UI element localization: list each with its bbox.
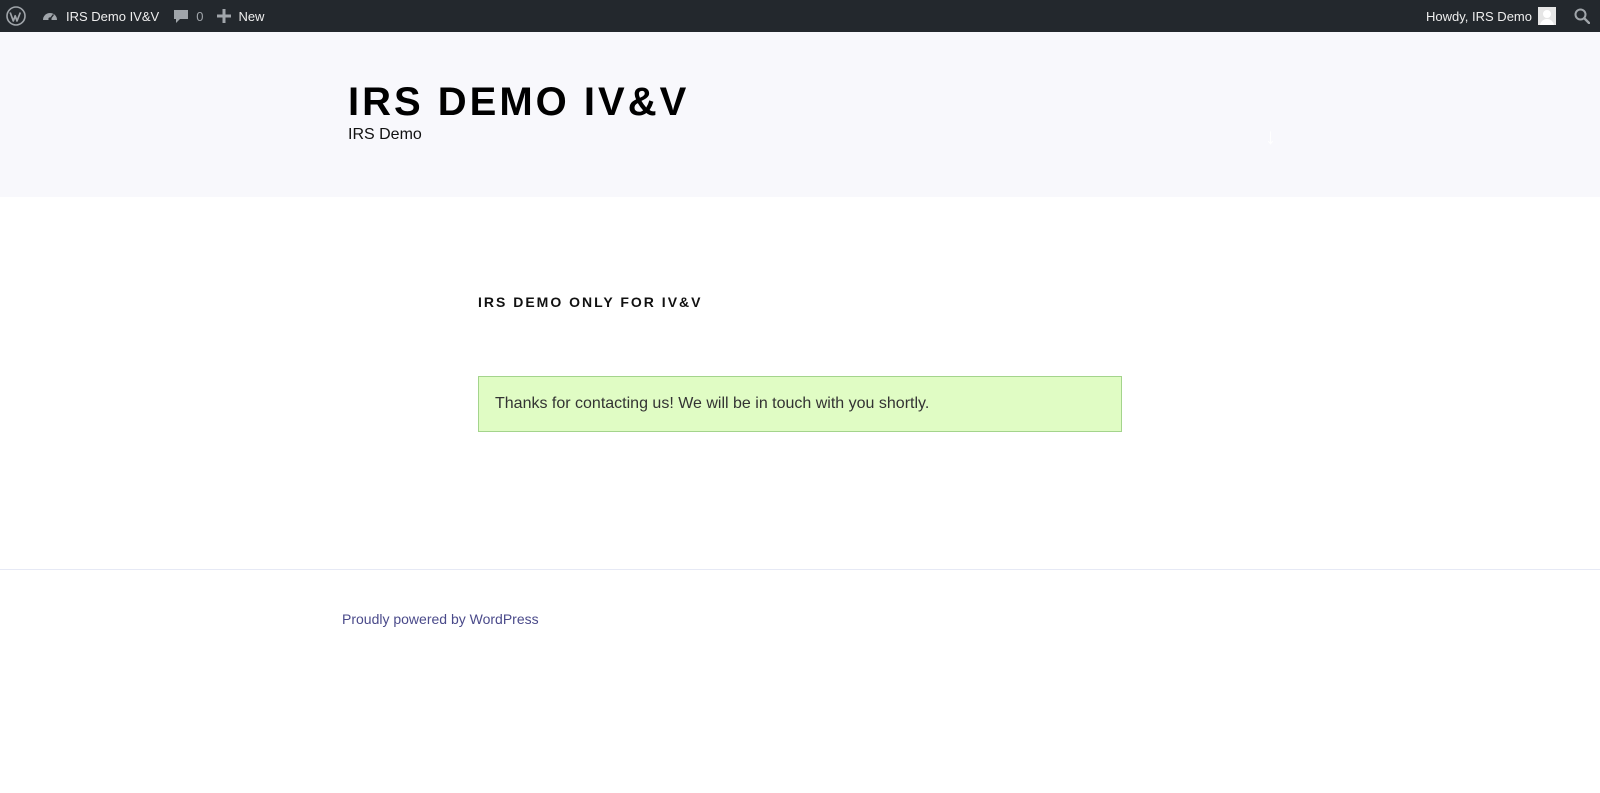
scroll-down-arrow-icon[interactable]: ↓: [1265, 126, 1276, 148]
powered-by-link[interactable]: Proudly powered by WordPress: [342, 611, 539, 627]
search-icon: [1574, 8, 1590, 24]
plus-icon: [217, 9, 238, 23]
new-label: New: [238, 8, 265, 24]
dashboard-icon: [41, 7, 66, 25]
avatar: [1538, 7, 1556, 25]
comments-menu[interactable]: 0: [166, 0, 210, 32]
site-name-menu[interactable]: IRS Demo IV&V: [34, 0, 166, 32]
site-description: IRS Demo: [348, 126, 422, 143]
notice-message: Thanks for contacting us! We will be in …: [495, 395, 930, 412]
my-account-menu[interactable]: Howdy, IRS Demo: [1419, 0, 1562, 32]
site-header: IRS DEMO IV&V IRS Demo ↓: [0, 32, 1600, 197]
admin-search-button[interactable]: [1562, 0, 1600, 32]
admin-bar: IRS Demo IV&V 0 New Howdy, IRS Demo: [0, 0, 1600, 32]
site-title[interactable]: IRS DEMO IV&V: [348, 80, 689, 125]
comments-count: 0: [196, 8, 204, 24]
account-greeting: Howdy, IRS Demo: [1426, 8, 1532, 24]
site-name-label: IRS Demo IV&V: [66, 8, 160, 24]
wordpress-logo-icon: [6, 6, 26, 26]
admin-bar-left: IRS Demo IV&V 0 New: [0, 0, 271, 32]
comment-bubble-icon: [173, 8, 196, 24]
page-title: IRS DEMO ONLY FOR IV&V: [478, 294, 703, 310]
wordpress-menu[interactable]: [0, 0, 34, 32]
footer-divider: [0, 569, 1600, 570]
success-notice: Thanks for contacting us! We will be in …: [478, 376, 1122, 432]
admin-bar-right: Howdy, IRS Demo: [1419, 0, 1600, 32]
new-content-menu[interactable]: New: [210, 0, 271, 32]
